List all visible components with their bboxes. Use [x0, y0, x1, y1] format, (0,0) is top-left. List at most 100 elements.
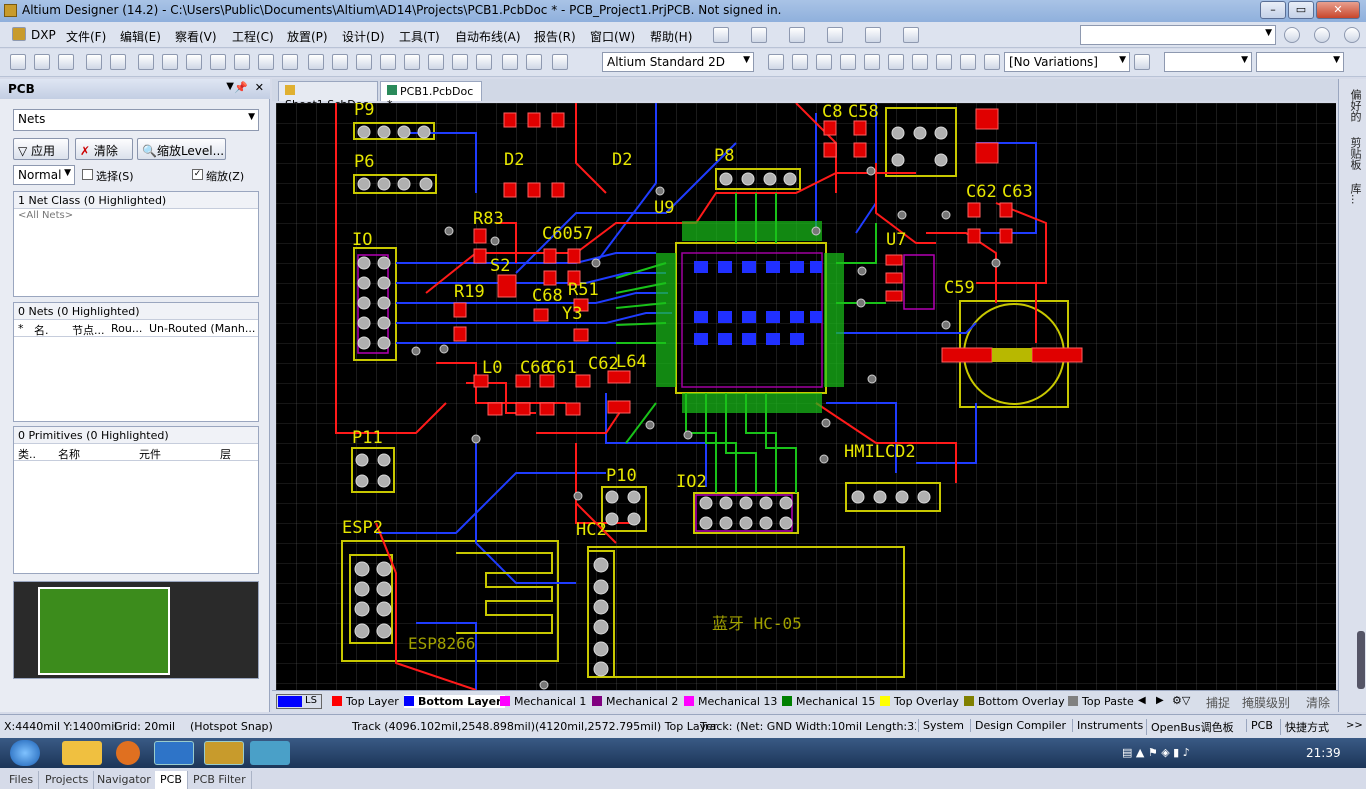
forward-icon[interactable]	[1314, 27, 1330, 43]
menu-project[interactable]: 工程(C)	[232, 28, 274, 45]
toolbar-icon[interactable]	[827, 27, 843, 43]
misc-select-2[interactable]: ▼	[1256, 52, 1344, 72]
toolbar-icon[interactable]	[789, 27, 805, 43]
instruments-button[interactable]: Instruments	[1072, 719, 1147, 732]
cut-icon[interactable]	[308, 54, 324, 70]
net-class-list[interactable]: 1 Net Class (0 Highlighted) <All Nets>	[13, 191, 259, 297]
col-unrouted[interactable]: Un-Routed (Manh...	[149, 322, 255, 335]
start-button[interactable]	[10, 740, 40, 766]
clear-button[interactable]: ✗ 清除	[75, 138, 133, 160]
paste-icon[interactable]	[356, 54, 372, 70]
variations-select[interactable]: [No Variations] ▼	[1004, 52, 1130, 72]
string-icon[interactable]	[960, 54, 976, 70]
select-checkbox[interactable]	[82, 169, 93, 180]
back-icon[interactable]	[1284, 27, 1300, 43]
copy-icon[interactable]	[332, 54, 348, 70]
pin-icon[interactable]: 📌	[234, 81, 248, 94]
menu-design[interactable]: 设计(D)	[342, 28, 385, 45]
col-star[interactable]: *	[18, 322, 24, 335]
col-layer[interactable]: 层	[220, 446, 231, 462]
menu-place[interactable]: 放置(P)	[287, 28, 328, 45]
multi-route-icon[interactable]	[816, 54, 832, 70]
tab-pcb[interactable]: PCB	[155, 771, 188, 789]
zoom-area-icon[interactable]	[234, 54, 250, 70]
home-icon[interactable]	[1344, 27, 1360, 43]
altium-icon[interactable]	[204, 741, 244, 765]
route-icon[interactable]	[768, 54, 784, 70]
tab-navigator[interactable]: Navigator	[92, 771, 157, 789]
app-icon-5[interactable]	[250, 741, 290, 765]
menu-file[interactable]: 文件(F)	[66, 28, 106, 45]
undo-icon[interactable]	[502, 54, 518, 70]
redo-icon[interactable]	[526, 54, 542, 70]
panel-close-icon[interactable]: ✕	[255, 81, 264, 94]
mask-level-button[interactable]: 掩膜级别	[1242, 694, 1290, 711]
toolbar-icon[interactable]	[751, 27, 767, 43]
zoom-checkbox[interactable]: ✓	[192, 169, 203, 180]
layer-icon[interactable]	[138, 54, 154, 70]
select-icon[interactable]	[404, 54, 420, 70]
tab-sheet1-schdoc[interactable]: Sheet1.SchDoc	[278, 81, 378, 111]
primitives-list[interactable]: 0 Primitives (0 Highlighted) 类.. 名称 元件 层	[13, 426, 259, 574]
new-icon[interactable]	[10, 54, 26, 70]
tab-libraries[interactable]: 库...	[1343, 179, 1363, 209]
col-nodes[interactable]: 节点...	[72, 322, 105, 338]
panel-mode-select[interactable]: Nets ▼	[13, 109, 259, 131]
via-icon[interactable]	[864, 54, 880, 70]
board-icon[interactable]	[186, 54, 202, 70]
openbus-button[interactable]: OpenBus调色板	[1146, 719, 1238, 735]
firefox-icon[interactable]	[116, 741, 140, 765]
zoom-level-button[interactable]: 🔍缩放Level...	[137, 138, 226, 160]
print-icon[interactable]	[86, 54, 102, 70]
menu-autoroute[interactable]: 自动布线(A)	[455, 28, 521, 45]
col-type[interactable]: 类..	[18, 446, 36, 462]
clear-selection-icon[interactable]	[476, 54, 492, 70]
filter-mode-select[interactable]: Normal ▼	[13, 165, 75, 185]
deselect-icon[interactable]	[452, 54, 468, 70]
menu-tools[interactable]: 工具(T)	[399, 28, 440, 45]
board-preview[interactable]	[13, 581, 259, 679]
tray-icons[interactable]: ▤ ▲ ⚑ ◈ ▮ ♪	[1122, 746, 1190, 759]
layer-bottom[interactable]: Bottom Layer	[404, 695, 506, 708]
design-compiler-button[interactable]: Design Compiler	[970, 719, 1070, 732]
layer-mech1[interactable]: Mechanical 1	[500, 695, 586, 708]
layer-top-paste[interactable]: Top Paste	[1068, 695, 1140, 708]
search-combo[interactable]: ▼	[1080, 25, 1276, 45]
rubber-stamp-icon[interactable]	[380, 54, 396, 70]
menu-window[interactable]: 窗口(W)	[590, 28, 635, 45]
layer-mech2[interactable]: Mechanical 2	[592, 695, 678, 708]
component-icon[interactable]	[984, 54, 1000, 70]
col-pname[interactable]: 名称	[58, 446, 80, 462]
clear-layer-button[interactable]: 清除	[1306, 694, 1330, 711]
save-icon[interactable]	[58, 54, 74, 70]
clock[interactable]: 21:39	[1306, 746, 1341, 760]
tab-clipboard[interactable]: 剪贴板	[1343, 131, 1363, 175]
layer-mech13[interactable]: Mechanical 13	[684, 695, 777, 708]
toolbar-icon[interactable]	[865, 27, 881, 43]
vertical-scrollbar[interactable]	[1357, 631, 1365, 689]
fill-icon[interactable]	[912, 54, 928, 70]
layer-bottom-overlay[interactable]: Bottom Overlay	[964, 695, 1065, 708]
col-name[interactable]: 名.	[34, 322, 49, 338]
tab-projects[interactable]: Projects	[40, 771, 95, 789]
3d-icon[interactable]	[162, 54, 178, 70]
polygon-icon[interactable]	[936, 54, 952, 70]
zoom-selected-icon[interactable]	[258, 54, 274, 70]
pcb-canvas[interactable]: P9 P6 IO R83 S2 R19 C68 R51 Y3 C6057 D2 …	[276, 103, 1336, 690]
variant-icon[interactable]	[1134, 54, 1150, 70]
maximize-button[interactable]: ▭	[1288, 1, 1314, 19]
view-mode-select[interactable]: Altium Standard 2D ▼	[602, 52, 754, 72]
diff-route-icon[interactable]	[792, 54, 808, 70]
grid-icon[interactable]	[903, 27, 919, 43]
browse-icon[interactable]	[552, 54, 568, 70]
status-more-icon[interactable]: >>	[1346, 720, 1363, 731]
browser-icon[interactable]	[154, 741, 194, 765]
scroll-right-icon[interactable]: ▶	[1156, 695, 1164, 706]
menu-help[interactable]: 帮助(H)	[650, 28, 692, 45]
shortcuts-button[interactable]: 快捷方式	[1280, 719, 1333, 735]
open-icon[interactable]	[34, 54, 50, 70]
arc-icon[interactable]	[888, 54, 904, 70]
apply-button[interactable]: ▽ 应用	[13, 138, 69, 160]
scroll-left-icon[interactable]: ◀	[1138, 695, 1146, 706]
col-component[interactable]: 元件	[139, 446, 161, 462]
